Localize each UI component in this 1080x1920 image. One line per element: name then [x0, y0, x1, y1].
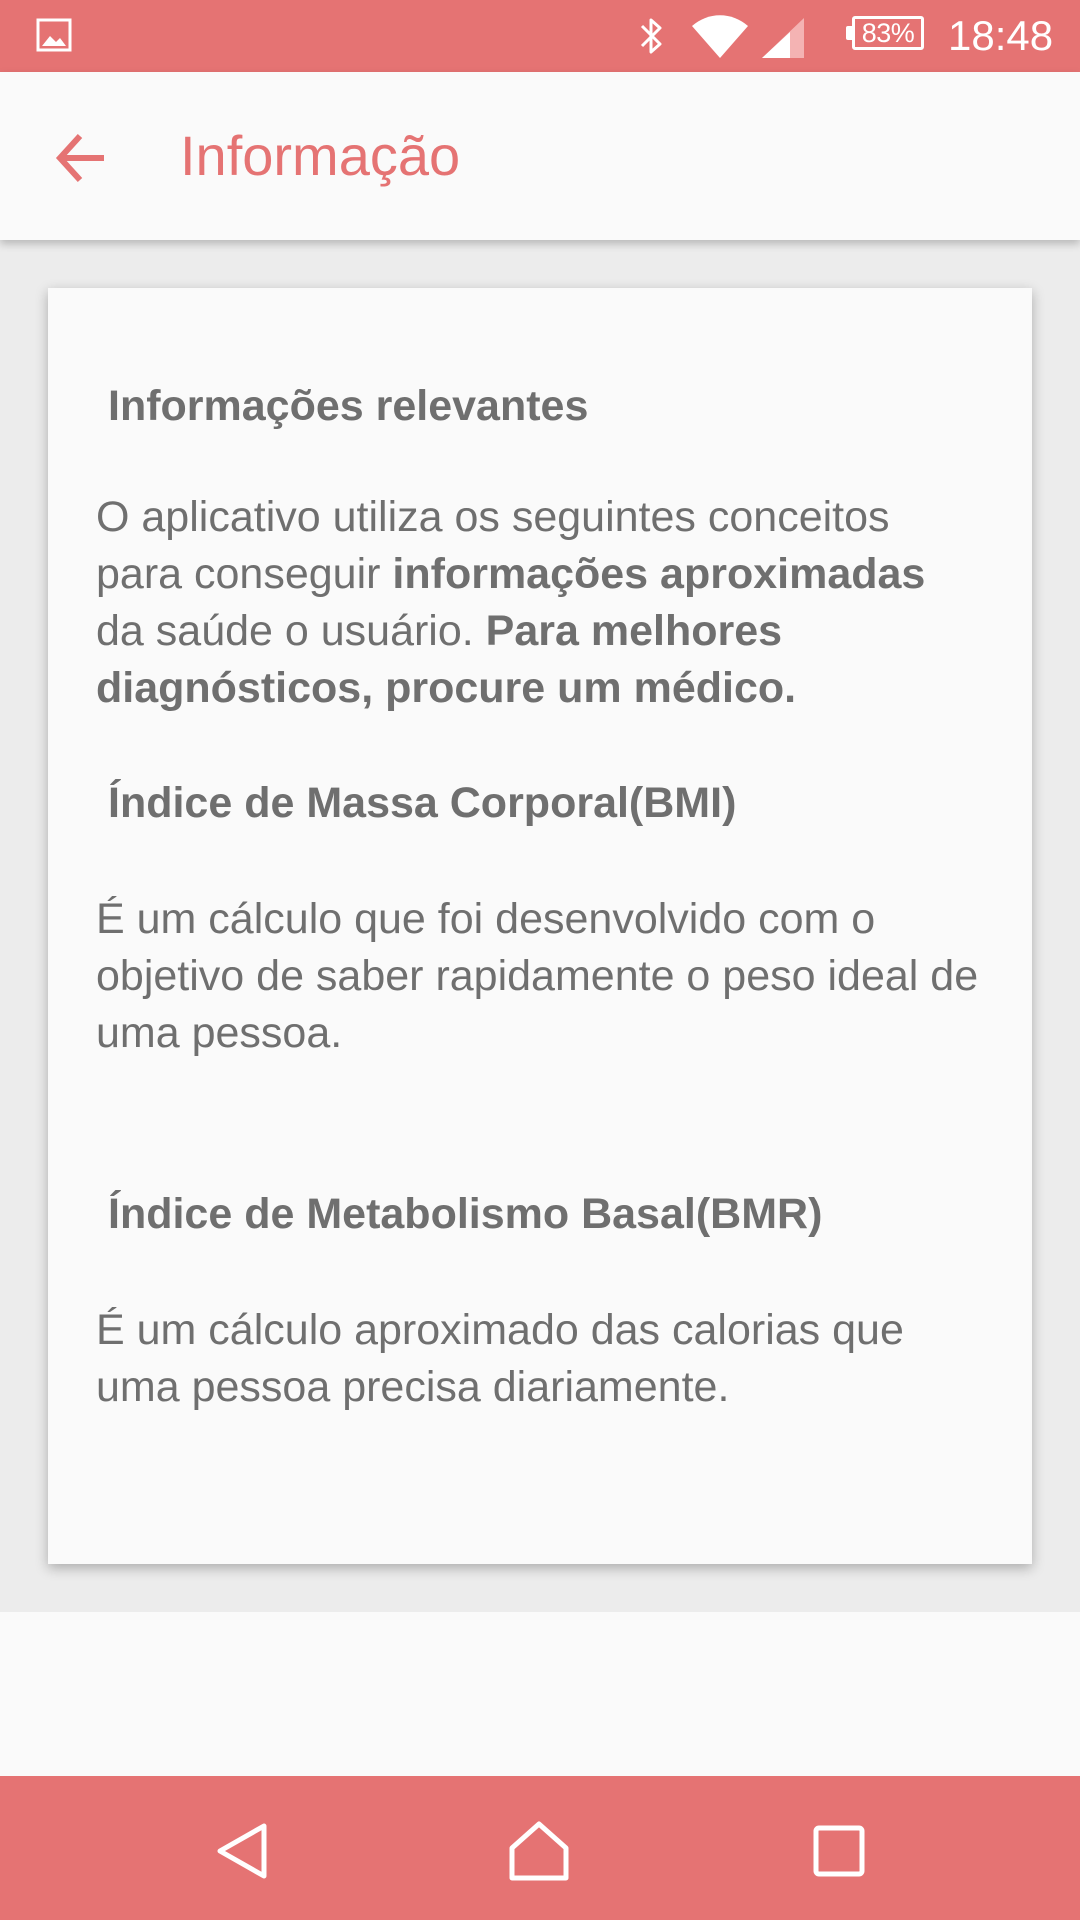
bluetooth-icon [640, 18, 662, 54]
section-heading-relevant-info: Informações relevantes [108, 382, 589, 430]
app-bar: Informação [0, 72, 1080, 240]
screen: 83% 18:48 Informação Informações relevan… [0, 0, 1080, 1920]
section-heading-bmr: Índice de Metabolismo Basal(BMR) [108, 1190, 823, 1238]
section-text-relevant-info: O aplicativo utiliza os seguintes concei… [96, 493, 926, 712]
page-title: Informação [180, 124, 461, 187]
arrow-left-icon[interactable] [52, 128, 112, 188]
navigation-bar [0, 1776, 1080, 1920]
home-icon[interactable] [506, 1818, 572, 1884]
signal-icon [762, 18, 804, 58]
section-heading-bmi: Índice de Massa Corporal(BMI) [108, 779, 737, 827]
section-text-bmr: É um cálculo aproximado das calorias que… [96, 1306, 904, 1411]
back-triangle-icon[interactable] [210, 1818, 276, 1884]
gallery-icon [36, 18, 72, 52]
battery-icon: 83% [846, 14, 926, 52]
section-text-bmi: É um cálculo que foi desenvolvido com o … [96, 895, 979, 1057]
info-card: Informações relevantes O aplicativo util… [48, 288, 1032, 1564]
content-area: Informações relevantes O aplicativo util… [0, 240, 1080, 1612]
recents-icon[interactable] [806, 1818, 872, 1884]
battery-level: 83% [852, 16, 924, 50]
wifi-icon [692, 15, 748, 58]
status-bar: 83% 18:48 [0, 0, 1080, 72]
status-clock: 18:48 [948, 12, 1054, 59]
